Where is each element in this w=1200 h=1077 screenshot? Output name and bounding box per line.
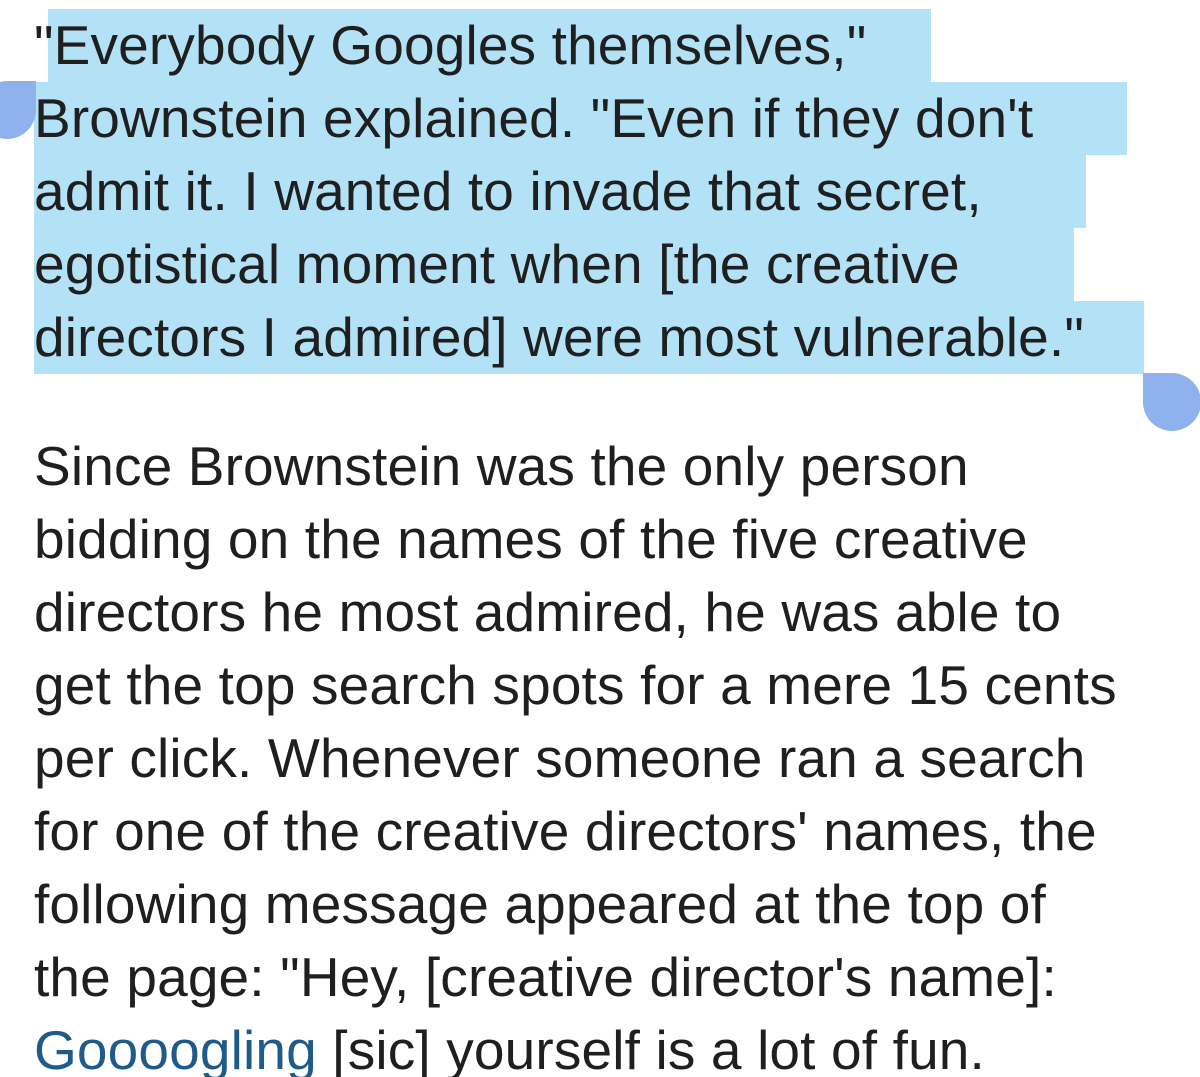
selected-quote-line[interactable]: admit it. I wanted to invade that secret… (34, 155, 982, 228)
selected-quote-line[interactable]: directors I admired] were most vulnerabl… (34, 301, 1084, 374)
article-text: "Everybody Googles themselves," Brownste… (0, 0, 1200, 1077)
paragraph-line: get the top search spots for a mere 15 c… (34, 654, 1117, 716)
paragraph-line: following message appeared at the top of (34, 873, 1046, 935)
paragraph-line: Goooogling [sic] yourself is a lot of fu… (34, 1014, 985, 1077)
selection-start-handle[interactable] (0, 81, 36, 139)
paragraph-line-rest: [sic] yourself is a lot of fun. (316, 1019, 985, 1077)
selection-end-handle[interactable] (1143, 373, 1200, 431)
selected-quote-line[interactable]: "Everybody Googles themselves," (34, 9, 866, 82)
paragraph-line: bidding on the names of the five creativ… (34, 508, 1028, 570)
paragraph-line: directors he most admired, he was able t… (34, 581, 1062, 643)
selected-quote-line[interactable]: egotistical moment when [the creative (34, 228, 960, 301)
googling-link[interactable]: Goooogling (34, 1019, 317, 1077)
paragraph-line: per click. Whenever someone ran a search (34, 727, 1086, 789)
paragraph-line: Since Brownstein was the only person (34, 435, 969, 497)
paragraph-line: the page: "Hey, [creative director's nam… (34, 946, 1057, 1008)
paragraph-line: for one of the creative directors' names… (34, 800, 1097, 862)
selected-quote-line[interactable]: Brownstein explained. "Even if they don'… (34, 82, 1033, 155)
